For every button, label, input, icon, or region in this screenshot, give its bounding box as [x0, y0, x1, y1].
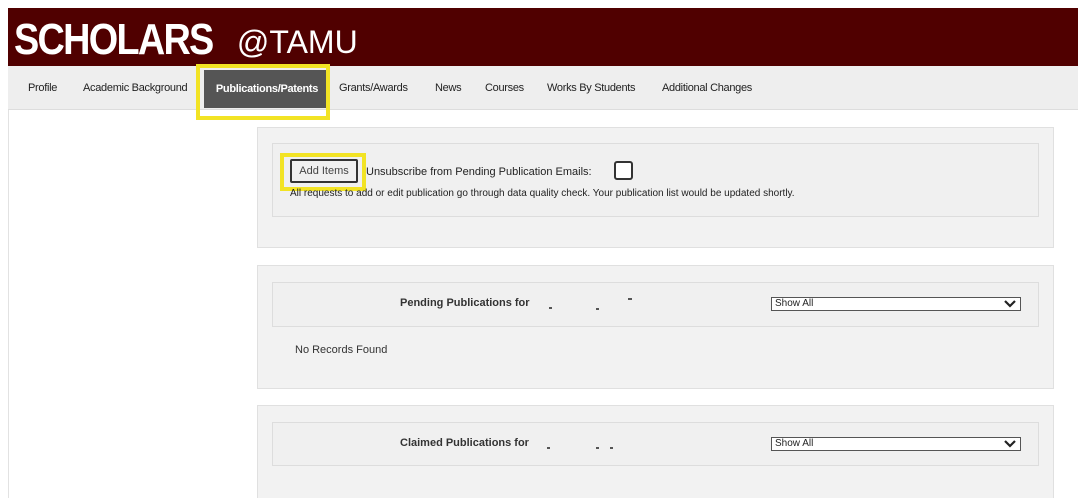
- claimed-filter-select[interactable]: Show All: [771, 437, 1021, 451]
- logo-text: SCHOLARS: [14, 15, 214, 64]
- tab-news[interactable]: News: [435, 66, 462, 110]
- tab-works-by-students[interactable]: Works By Students: [547, 66, 636, 110]
- tab-grants-awards[interactable]: Grants/Awards: [339, 66, 408, 110]
- claimed-publications-title: Claimed Publications for: [400, 437, 529, 449]
- pending-publications-panel: [257, 265, 1054, 389]
- add-items-highlight-box: [280, 153, 366, 191]
- redacted-name-mark: [596, 447, 599, 449]
- no-records-message: No Records Found: [295, 344, 388, 356]
- claimed-filter-value: Show All: [775, 438, 814, 449]
- content-divider: [8, 110, 9, 498]
- logo-suffix: @TAMU: [236, 24, 358, 60]
- claimed-publications-panel: [257, 405, 1054, 498]
- tab-additional-changes[interactable]: Additional Changes: [662, 66, 752, 110]
- redacted-name-mark: [549, 307, 552, 309]
- redacted-name-mark: [547, 447, 550, 449]
- tab-profile[interactable]: Profile: [28, 66, 57, 110]
- tab-courses[interactable]: Courses: [485, 66, 524, 110]
- chevron-down-icon: [1004, 440, 1016, 448]
- tab-academic-background[interactable]: Academic Background: [83, 66, 188, 110]
- data-quality-notice: All requests to add or edit publication …: [290, 188, 795, 199]
- profile-nav-bar: Profile Academic Background Publications…: [8, 66, 1078, 110]
- pending-publications-title: Pending Publications for: [400, 297, 530, 309]
- scholars-tamu-logo[interactable]: SCHOLARS @TAMU: [14, 16, 358, 62]
- unsubscribe-checkbox[interactable]: [614, 161, 633, 180]
- tab-highlight-box: [196, 64, 330, 120]
- site-header: SCHOLARS @TAMU: [8, 8, 1078, 66]
- redacted-name-mark: [628, 298, 632, 300]
- redacted-name-mark: [610, 447, 613, 449]
- unsubscribe-label: Unsubscribe from Pending Publication Ema…: [366, 166, 592, 178]
- pending-filter-value: Show All: [775, 298, 814, 309]
- chevron-down-icon: [1004, 300, 1016, 308]
- pending-filter-select[interactable]: Show All: [771, 297, 1021, 311]
- redacted-name-mark: [596, 308, 599, 310]
- publication-actions-box: [272, 143, 1039, 217]
